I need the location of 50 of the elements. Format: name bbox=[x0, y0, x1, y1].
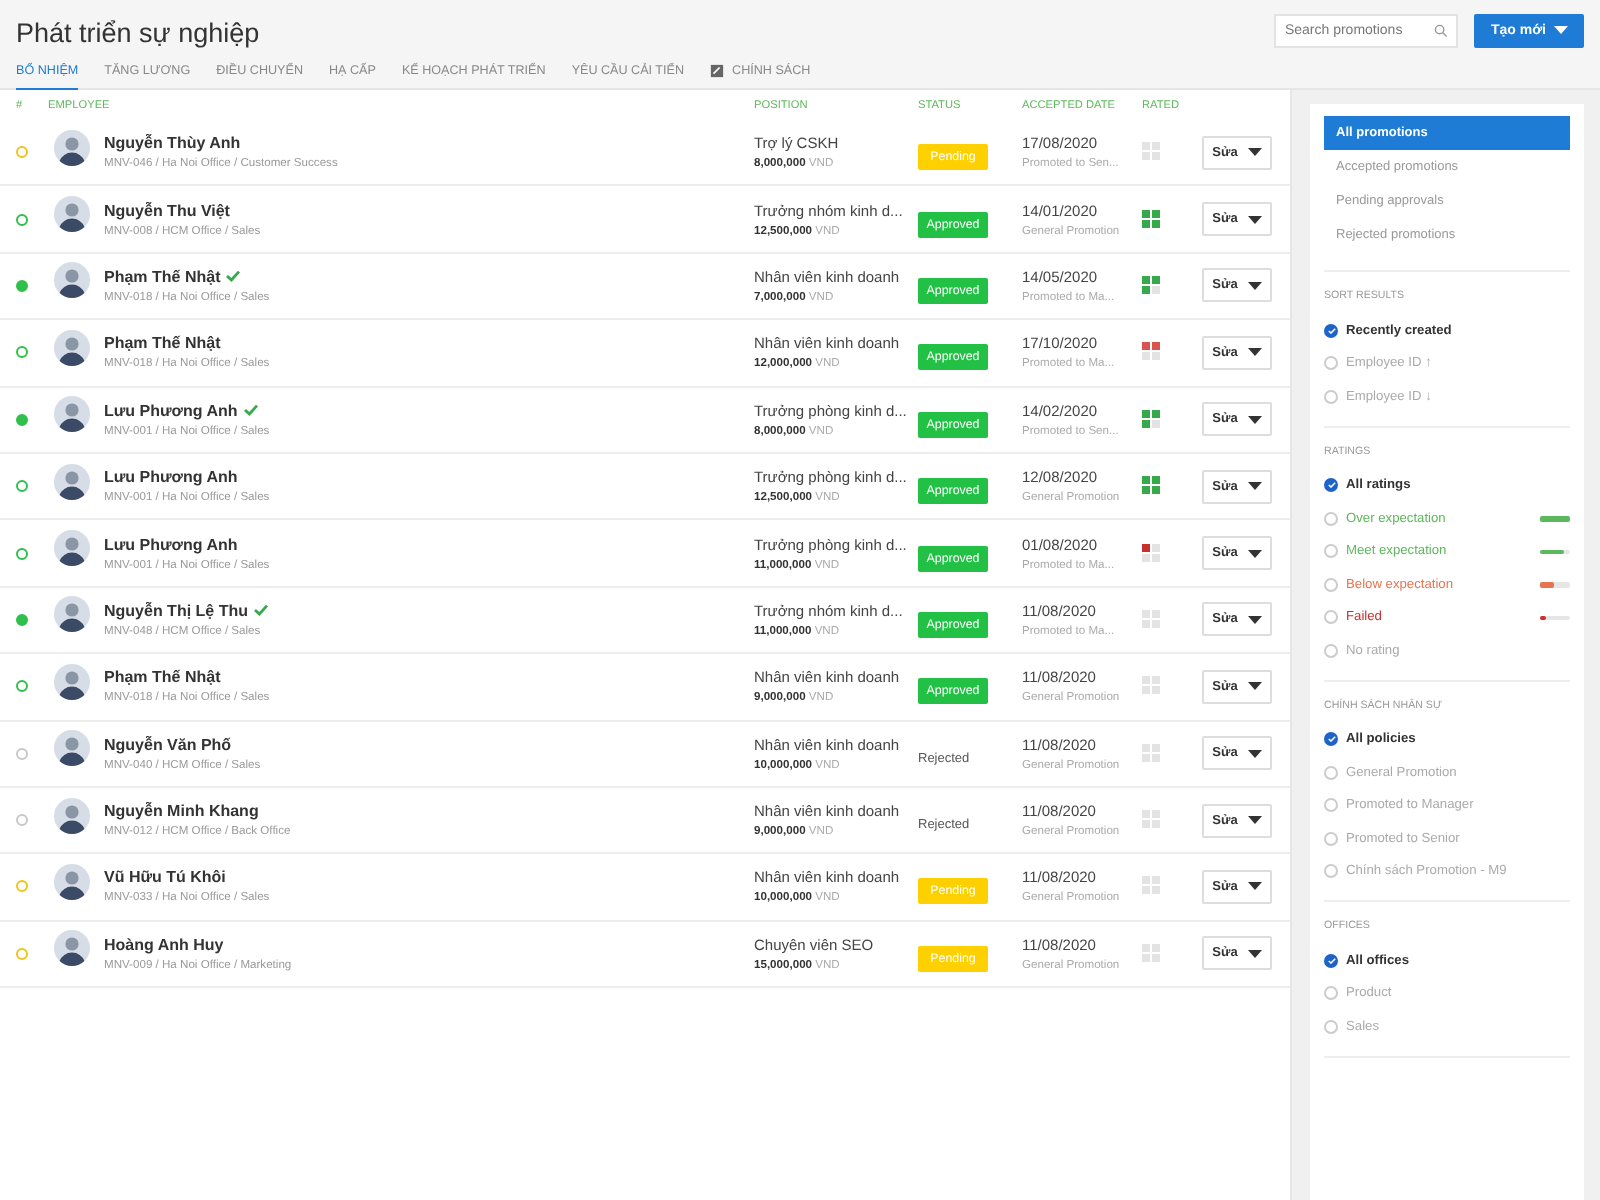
avatar-icon bbox=[54, 262, 90, 299]
employee-name[interactable]: Lưu Phương Anh bbox=[104, 401, 238, 420]
radio-button[interactable] bbox=[1324, 323, 1338, 338]
avatar-icon bbox=[54, 530, 90, 567]
avatar-icon bbox=[54, 797, 90, 834]
page-title: Phát triển sự nghiệp bbox=[16, 15, 262, 47]
avatar-icon bbox=[54, 863, 90, 900]
radio-button[interactable] bbox=[1324, 732, 1338, 747]
employee-name[interactable]: Phạm Thế Nhật bbox=[104, 668, 221, 687]
employee-name[interactable]: Nguyễn Thị Lệ Thu bbox=[104, 601, 248, 620]
caret-icon bbox=[1247, 281, 1262, 290]
rating-bar bbox=[1540, 582, 1570, 587]
avatar-icon bbox=[54, 463, 90, 500]
caret-icon bbox=[1247, 348, 1262, 357]
caret-icon bbox=[1247, 415, 1262, 424]
employee-name[interactable]: Nguyễn Thu Việt bbox=[104, 201, 230, 220]
avatar-icon bbox=[54, 129, 90, 166]
rating-bar bbox=[1540, 516, 1570, 521]
caret-icon bbox=[1247, 615, 1262, 624]
employee-name[interactable]: Nguyễn Minh Khang bbox=[104, 802, 259, 821]
avatar-icon bbox=[54, 329, 90, 366]
rating-bar bbox=[1540, 549, 1570, 554]
caret-icon bbox=[1247, 749, 1262, 758]
employee-name[interactable]: Lưu Phương Anh bbox=[104, 468, 238, 487]
caret-icon bbox=[1247, 549, 1262, 558]
employee-name[interactable]: Phạm Thế Nhật bbox=[104, 267, 221, 286]
caret-icon bbox=[1247, 816, 1262, 825]
employee-name[interactable]: Hoàng Anh Huy bbox=[104, 935, 224, 954]
caret-icon bbox=[1247, 482, 1262, 491]
employee-name[interactable]: Nguyễn Văn Phố bbox=[104, 735, 232, 754]
avatar-icon bbox=[54, 663, 90, 700]
caret-icon bbox=[1247, 215, 1262, 224]
document-icon bbox=[710, 64, 725, 78]
caret-icon bbox=[1247, 882, 1262, 891]
employee-name[interactable]: Phạm Thế Nhật bbox=[104, 334, 221, 353]
avatar-icon bbox=[54, 196, 90, 233]
search-icon bbox=[1434, 23, 1449, 37]
avatar-icon bbox=[54, 930, 90, 967]
radio-button[interactable] bbox=[1324, 478, 1338, 493]
employee-name[interactable]: Lưu Phương Anh bbox=[104, 535, 238, 554]
caret-icon bbox=[1247, 949, 1262, 958]
avatar-icon bbox=[54, 730, 90, 767]
employee-name[interactable]: Vũ Hữu Tú Khôi bbox=[104, 868, 226, 887]
avatar-icon bbox=[54, 396, 90, 433]
caret-icon bbox=[1554, 26, 1568, 34]
avatar-icon bbox=[54, 596, 90, 633]
caret-icon bbox=[1247, 148, 1262, 157]
employee-name[interactable]: Nguyễn Thùy Anh bbox=[104, 134, 241, 153]
caret-icon bbox=[1247, 682, 1262, 691]
radio-button[interactable] bbox=[1324, 953, 1338, 968]
